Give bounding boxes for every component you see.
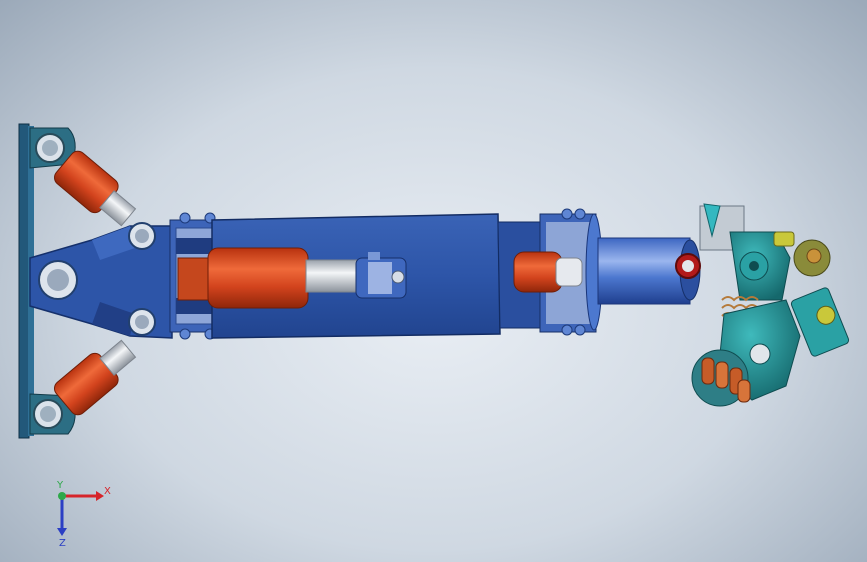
lower-cylinder-assembly[interactable] bbox=[29, 333, 141, 435]
cad-viewport[interactable]: X Y Z bbox=[0, 0, 867, 562]
y-axis-label: Y bbox=[56, 480, 64, 491]
upper-cylinder-assembly[interactable] bbox=[29, 127, 141, 233]
axis-triad: X Y Z bbox=[56, 480, 111, 549]
x-axis-label: X bbox=[104, 486, 111, 497]
assembly-model[interactable] bbox=[0, 0, 867, 562]
x-axis-arrowhead bbox=[96, 491, 104, 501]
z-axis-arrowhead bbox=[57, 528, 67, 536]
z-axis-label: Z bbox=[59, 538, 66, 549]
gripper-head[interactable] bbox=[675, 203, 850, 407]
y-axis-arrow bbox=[58, 492, 66, 500]
y-frame[interactable] bbox=[29, 222, 173, 339]
